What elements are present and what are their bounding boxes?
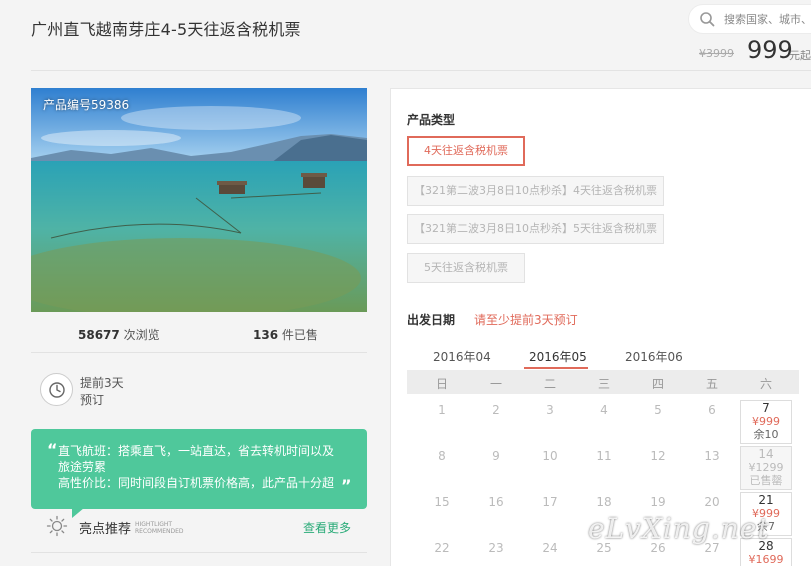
month-tab-may[interactable]: 2016年05 (529, 348, 587, 365)
day-number: 7 (762, 401, 770, 415)
see-more-link[interactable]: 查看更多 (303, 519, 351, 536)
original-price: ¥3999 (699, 47, 734, 60)
departure-date-label: 出发日期 (407, 313, 456, 327)
view-count-label: 次浏览 (123, 328, 160, 342)
page-title: 广州直飞越南芽庄4-5天往返含税机票 (31, 20, 301, 39)
sun-icon (46, 515, 68, 537)
calendar-day: 15 (434, 495, 450, 509)
day-stock: 已售罄 (749, 474, 783, 487)
highlight-card-pointer (72, 508, 84, 518)
calendar-day: 24 (542, 541, 558, 555)
product-photo[interactable]: 产品编号59386 (31, 88, 367, 312)
search-box[interactable]: 搜索国家、城市、 (688, 4, 811, 34)
day-number: 21 (758, 493, 774, 507)
calendar-day: 12 (650, 449, 666, 463)
calendar-day: 9 (492, 449, 500, 463)
site-watermark: eLvXing.net (588, 512, 770, 545)
quote-close-icon: ” (341, 476, 352, 495)
calendar-day: 5 (654, 403, 662, 417)
calendar-day: 8 (438, 449, 446, 463)
highlight-subtitle: HIGHTLIGHT RECOMMENDED (135, 521, 184, 535)
weekday-fri: 五 (705, 377, 718, 391)
booking-advance-days: 提前3天 (80, 376, 124, 390)
calendar-day: 22 (434, 541, 450, 555)
calendar-day: 6 (708, 403, 716, 417)
header-divider (31, 70, 811, 71)
weekday-thu: 四 (651, 377, 664, 391)
booking-advance (40, 373, 73, 406)
product-type-option-4[interactable]: 5天往返含税机票 (407, 253, 525, 283)
highlight-line: 旅途劳累 (58, 460, 107, 474)
calendar-day-available[interactable]: 7 ¥999 余10 (740, 400, 792, 444)
calendar-day: 16 (488, 495, 504, 509)
highlight-card: “ 直飞航班：搭乘直飞，一站直达，省去转机时间以及 旅途劳累 高性价比：同时间段… (31, 429, 367, 509)
product-type-option-3[interactable]: 【321第二波3月8日10点秒杀】5天往返含税机票 (407, 214, 664, 244)
product-type-option-1[interactable]: 4天往返含税机票 (407, 136, 525, 166)
calendar-day-sold-out: 14 ¥1299 已售罄 (740, 446, 792, 490)
calendar-day: 23 (488, 541, 504, 555)
product-type-label: 产品类型 (407, 113, 456, 127)
sold-count-number: 136 (253, 328, 279, 342)
calendar-weekday-header: 日 一 二 三 四 五 六 (407, 370, 799, 394)
day-price: ¥999 (752, 415, 780, 428)
clock-icon (49, 382, 65, 398)
product-type-option-2[interactable]: 【321第二波3月8日10点秒杀】4天往返含税机票 (407, 176, 664, 206)
highlight-line: 直飞航班：搭乘直飞，一站直达，省去转机时间以及 (58, 444, 335, 458)
sold-count-label: 件已售 (281, 328, 318, 342)
quote-open-icon: “ (47, 440, 58, 459)
stats-divider (31, 352, 367, 353)
calendar-day: 2 (492, 403, 500, 417)
calendar-day: 20 (704, 495, 720, 509)
current-price: 999 (747, 36, 793, 64)
month-tab-april[interactable]: 2016年04 (433, 348, 491, 365)
month-tab-indicator (524, 367, 588, 369)
calendar-day: 3 (546, 403, 554, 417)
weekday-tue: 二 (543, 377, 556, 391)
highlight-line: 高性价比：同时间段自订机票价格高，此产品十分超 (58, 476, 335, 490)
sold-count: 136 件已售 (253, 326, 318, 343)
day-price: ¥1299 (748, 461, 784, 474)
calendar-day: 1 (438, 403, 446, 417)
weekday-sat: 六 (759, 377, 772, 391)
price-unit: 元起 (789, 49, 811, 62)
view-count-number: 58677 (78, 328, 120, 342)
weekday-sun: 日 (435, 377, 448, 391)
day-stock: 余10 (753, 428, 779, 441)
search-icon (700, 12, 715, 27)
calendar-day: 18 (596, 495, 612, 509)
day-price: ¥1699 (748, 553, 784, 566)
search-input[interactable]: 搜索国家、城市、 (724, 11, 811, 27)
calendar-day: 19 (650, 495, 666, 509)
calendar-day: 4 (600, 403, 608, 417)
day-number: 14 (758, 447, 774, 461)
booking-panel: 产品类型 4天往返含税机票 【321第二波3月8日10点秒杀】4天往返含税机票 … (390, 88, 811, 566)
month-tab-june[interactable]: 2016年06 (625, 348, 683, 365)
calendar-day: 11 (596, 449, 612, 463)
product-number: 产品编号59386 (43, 98, 130, 112)
calendar-day: 10 (542, 449, 558, 463)
weekday-mon: 一 (489, 377, 502, 391)
product-photo-image (31, 88, 367, 312)
booking-advance-label: 预订 (80, 393, 105, 407)
calendar-day: 13 (704, 449, 720, 463)
highlight-divider (31, 552, 367, 553)
departure-hint: 请至少提前3天预订 (474, 313, 578, 327)
weekday-wed: 三 (597, 377, 610, 391)
calendar-day: 17 (542, 495, 558, 509)
view-count: 58677 次浏览 (78, 326, 160, 343)
highlight-title: 亮点推荐 (79, 522, 132, 537)
